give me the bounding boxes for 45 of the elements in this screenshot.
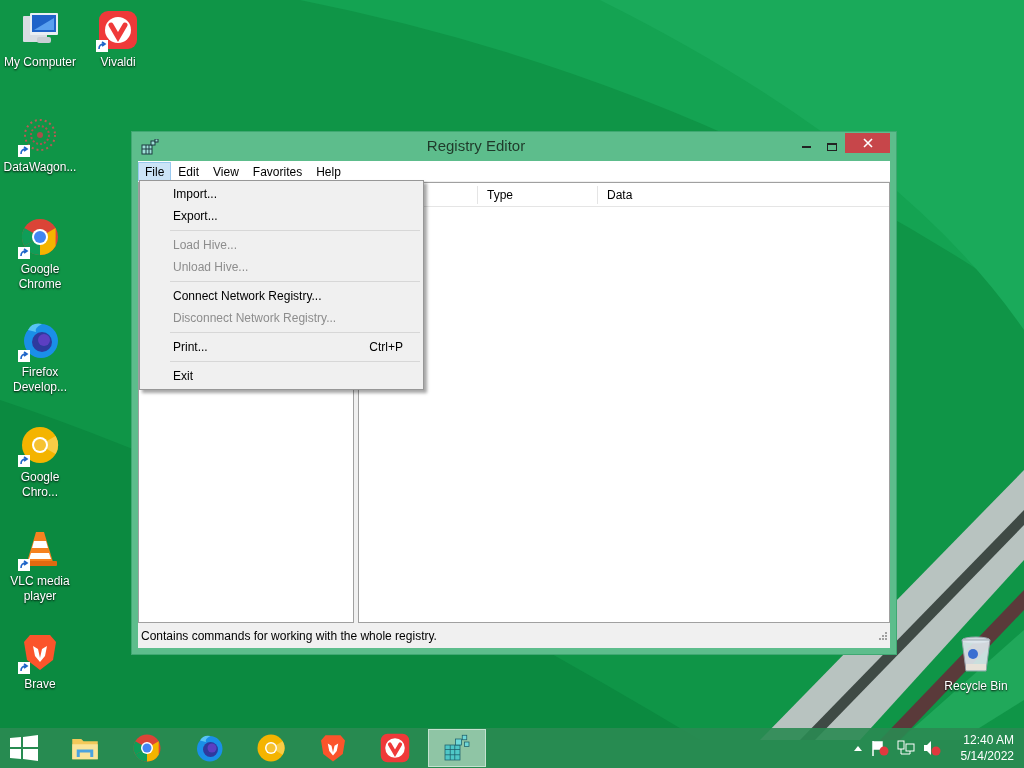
desktop-icon-label[interactable]: Google Chro... xyxy=(2,470,78,500)
desktop-icon-label[interactable]: Firefox Develop... xyxy=(2,365,78,395)
network-icon[interactable] xyxy=(896,740,915,756)
window-title: Registry Editor xyxy=(425,136,527,157)
menu-item[interactable]: Exit xyxy=(140,365,423,387)
flag-error-icon[interactable] xyxy=(870,740,889,756)
close-icon xyxy=(862,137,873,148)
desktop-icon-label[interactable]: VLC media player xyxy=(2,574,78,604)
registry-cubes-icon xyxy=(442,733,472,763)
chrome-icon xyxy=(132,733,162,763)
clock-date: 5/14/2022 xyxy=(960,748,1014,764)
menu-item[interactable]: Connect Network Registry... xyxy=(140,285,423,307)
desktop-icon-label[interactable]: Vivaldi xyxy=(100,55,136,70)
column-header[interactable]: Type xyxy=(477,185,597,204)
chrome-canary-icon xyxy=(256,733,286,763)
menu-bar-item[interactable]: View xyxy=(206,161,246,181)
registry-cubes-icon xyxy=(141,138,159,155)
desktop-icon-label[interactable]: Google Chrome xyxy=(2,262,78,292)
desktop-icon-label[interactable]: Recycle Bin xyxy=(944,679,1008,694)
menu-bar-item[interactable]: Edit xyxy=(171,161,207,181)
show-hidden-icons-icon[interactable] xyxy=(852,745,863,751)
menu-item[interactable]: Import... xyxy=(140,183,423,205)
muted-speaker-icon[interactable] xyxy=(922,740,941,756)
chrome-icon xyxy=(20,217,60,257)
clock-time: 12:40 AM xyxy=(963,732,1014,748)
resize-grip-icon xyxy=(879,631,887,640)
menu-bar-item[interactable]: File xyxy=(138,161,172,181)
menu-bar-item[interactable]: Favorites xyxy=(245,161,310,181)
chrome-canary-icon xyxy=(20,425,60,465)
clock[interactable]: 12:40 AM 5/14/2022 xyxy=(960,732,1014,764)
desktop-icon-label[interactable]: DataWagon... xyxy=(3,160,77,175)
lion-icon xyxy=(318,733,348,763)
firefox-icon xyxy=(194,733,224,763)
menu-item[interactable]: Print... Ctrl+P xyxy=(140,336,423,358)
status-text: Contains commands for working with the whole registry. xyxy=(141,627,438,645)
column-header[interactable]: Data xyxy=(597,185,889,204)
taskbar-app-button[interactable] xyxy=(428,729,486,767)
vivaldi-icon xyxy=(98,10,138,50)
menu-item[interactable]: Export... xyxy=(140,205,423,227)
desktop-icon-label[interactable]: Brave xyxy=(24,677,56,692)
desktop-icon-label[interactable]: My Computer xyxy=(4,55,76,70)
windows-logo-icon xyxy=(10,735,38,761)
vivaldi-icon xyxy=(380,733,410,763)
menu-bar-item[interactable]: Help xyxy=(309,161,348,181)
shortcut-text: Ctrl+P xyxy=(369,339,403,356)
